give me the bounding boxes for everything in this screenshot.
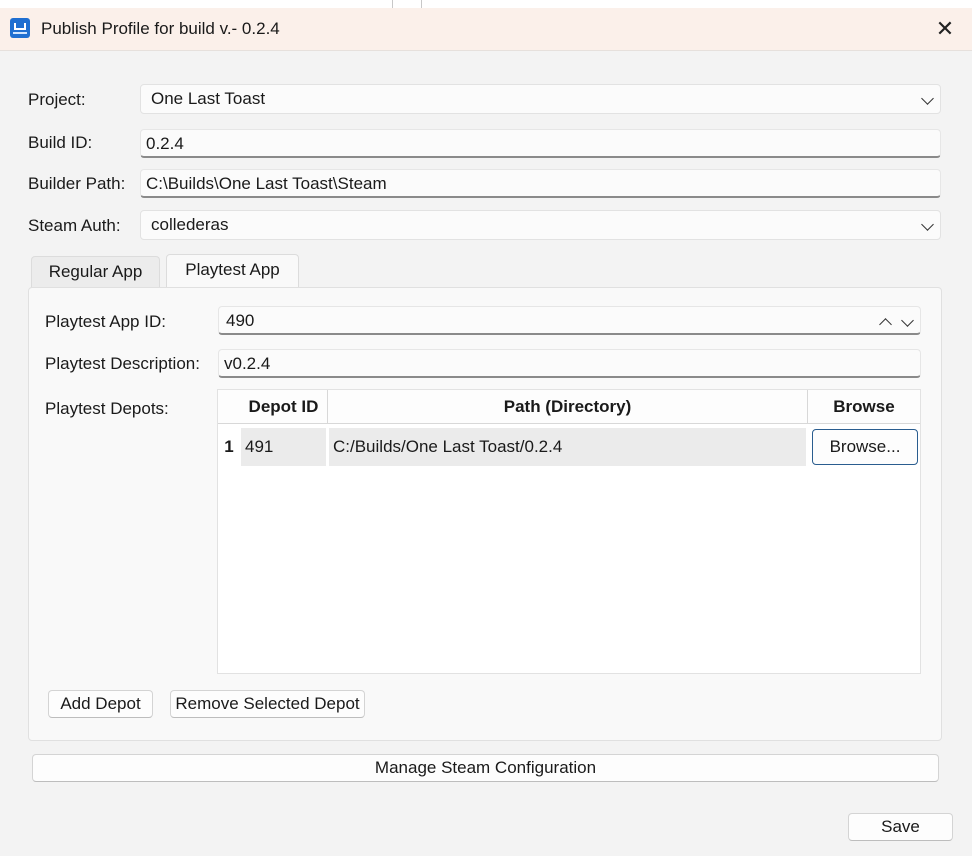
build-id-label: Build ID: xyxy=(28,133,93,152)
title-bar: Publish Profile for build v.- 0.2.4 ✕ xyxy=(0,8,972,51)
tab-playtest-app[interactable]: Playtest App xyxy=(166,254,299,288)
playtest-app-id-label: Playtest App ID: xyxy=(45,312,166,331)
remove-selected-depot-button[interactable]: Remove Selected Depot xyxy=(170,690,365,718)
save-button[interactable]: Save xyxy=(848,813,953,841)
project-label: Project: xyxy=(28,90,86,109)
project-value: One Last Toast xyxy=(151,89,266,108)
background-separator xyxy=(392,0,393,8)
build-id-value: 0.2.4 xyxy=(146,134,184,153)
browse-button[interactable]: Browse... xyxy=(812,429,918,465)
depot-path-cell[interactable]: C:/Builds/One Last Toast/0.2.4 xyxy=(329,428,806,466)
column-header-path[interactable]: Path (Directory) xyxy=(328,390,808,424)
app-logo-icon xyxy=(10,18,30,38)
column-header-depot-id[interactable]: Depot ID xyxy=(240,390,328,424)
table-corner xyxy=(218,390,240,424)
chevron-up-icon[interactable] xyxy=(879,318,892,331)
add-depot-button[interactable]: Add Depot xyxy=(48,690,153,718)
builder-path-label: Builder Path: xyxy=(28,174,126,193)
background-window-strip xyxy=(0,0,972,8)
playtest-depots-label: Playtest Depots: xyxy=(45,399,169,418)
steam-auth-label: Steam Auth: xyxy=(28,216,121,235)
chevron-down-icon xyxy=(921,92,934,105)
column-header-browse[interactable]: Browse xyxy=(808,390,920,424)
playtest-app-id-value: 490 xyxy=(226,311,255,330)
background-separator xyxy=(421,0,422,8)
row-index[interactable]: 1 xyxy=(218,425,240,468)
depot-id-cell[interactable]: 491 xyxy=(241,428,326,466)
playtest-app-id-spinbox[interactable]: 490 xyxy=(218,306,921,335)
project-select[interactable]: One Last Toast xyxy=(140,84,941,114)
chevron-down-icon xyxy=(921,218,934,231)
builder-path-value: C:\Builds\One Last Toast\Steam xyxy=(146,174,387,193)
playtest-description-value: v0.2.4 xyxy=(224,354,271,373)
depots-table: Depot ID Path (Directory) Browse 1 491 C… xyxy=(217,389,921,674)
builder-path-input[interactable]: C:\Builds\One Last Toast\Steam xyxy=(140,169,941,198)
chevron-down-icon[interactable] xyxy=(901,314,914,327)
steam-auth-select[interactable]: collederas xyxy=(140,210,941,240)
tab-regular-app[interactable]: Regular App xyxy=(31,256,160,288)
manage-steam-configuration-button[interactable]: Manage Steam Configuration xyxy=(32,754,939,782)
close-icon[interactable]: ✕ xyxy=(928,13,962,45)
build-id-input[interactable]: 0.2.4 xyxy=(140,129,941,158)
playtest-description-label: Playtest Description: xyxy=(45,354,200,373)
playtest-description-input[interactable]: v0.2.4 xyxy=(218,349,921,378)
steam-auth-value: collederas xyxy=(151,215,229,234)
window-title: Publish Profile for build v.- 0.2.4 xyxy=(41,19,280,38)
